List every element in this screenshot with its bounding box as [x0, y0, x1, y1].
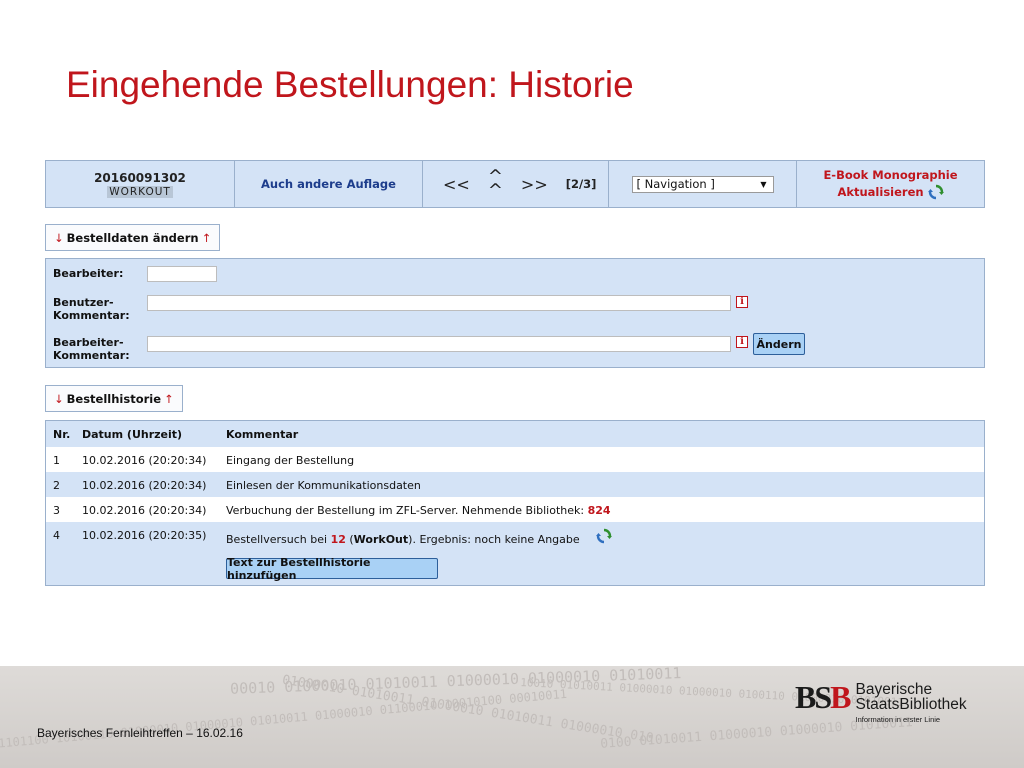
table-row: 2 10.02.2016 (20:20:34) Einlesen der Kom… [46, 472, 984, 497]
order-id: 20160091302 [94, 170, 186, 185]
bearbeiter-komm-label-line1: Bearbeiter- [53, 336, 124, 349]
slide-footer: 01101100 10100110 01000010 01000010 0101… [0, 666, 1024, 768]
bsb-tagline: Information in erster Linie [855, 715, 941, 724]
col-header-nr: Nr. [53, 428, 71, 441]
col-header-kommentar: Kommentar [226, 428, 299, 441]
bearbeiter-kommentar-input[interactable] [147, 336, 731, 352]
slide-title: Eingehende Bestellungen: Historie [66, 64, 634, 105]
chevron-down-icon: ▼ [760, 179, 767, 189]
benutzer-kommentar-input[interactable] [147, 295, 731, 311]
arrow-down-icon: ↓ [54, 391, 64, 406]
row-kommentar-text: Bestellversuch bei [226, 533, 331, 546]
row-datum: 10.02.2016 (20:20:34) [82, 479, 207, 492]
record-navbar: 20160091302 WORKOUT Auch andere Auflage … [45, 160, 985, 208]
bearbeiter-input[interactable] [147, 266, 217, 282]
bsb-mark-b: B [830, 679, 851, 715]
library-number: 12 [330, 533, 346, 546]
add-history-text-button[interactable]: Text zur Bestellhistorie hinzufügen [226, 556, 438, 582]
library-name: WorkOut [353, 533, 409, 546]
row-kommentar-text: ( [345, 533, 354, 546]
row-datum: 10.02.2016 (20:20:34) [82, 454, 207, 467]
bsb-logo-text: Bayerische StaatsBibliothek Information … [855, 682, 966, 724]
row-nr: 1 [53, 454, 60, 467]
row-nr: 2 [53, 479, 60, 492]
order-data-toggle[interactable]: ↓ Bestelldaten ändern ↑ [45, 224, 221, 251]
up-button[interactable]: ^ ^ [487, 168, 503, 201]
row-kommentar: Eingang der Bestellung [226, 454, 355, 467]
row-kommentar-text: ). Ergebnis: noch keine Angabe [408, 533, 580, 546]
row-kommentar: Bestellversuch bei 12 (WorkOut). Ergebni… [226, 533, 580, 546]
aendern-button[interactable]: Ändern [753, 333, 805, 355]
footer-text: Bayerisches Fernleihtreffen – 16.02.16 [37, 726, 243, 740]
row-kommentar-text: Verbuchung der Bestellung im ZFL-Server.… [226, 504, 588, 517]
arrow-up-icon: ↑ [201, 230, 212, 245]
history-toggle[interactable]: ↓ Bestellhistorie ↑ [45, 385, 183, 412]
history-panel: Nr. Datum (Uhrzeit) Kommentar 1 10.02.20… [45, 420, 985, 586]
bsb-name-line1: Bayerische [855, 681, 933, 698]
refresh-icon [927, 184, 944, 200]
navigation-cell: [ Navigation ] ▼ [609, 161, 797, 207]
arrow-down-icon: ↓ [54, 230, 64, 245]
table-row: 4 10.02.2016 (20:20:35) Bestellversuch b… [46, 522, 984, 586]
row-datum: 10.02.2016 (20:20:35) [82, 529, 207, 542]
navigation-select-value: [ Navigation ] [636, 177, 715, 191]
info-icon[interactable]: i [736, 296, 748, 308]
benutzer-label-line1: Benutzer- [53, 296, 114, 309]
chevron-up-icon: ^ [487, 180, 503, 201]
table-row: 1 10.02.2016 (20:20:34) Eingang der Best… [46, 447, 984, 472]
table-row: 3 10.02.2016 (20:20:34) Verbuchung der B… [46, 497, 984, 522]
history-toggle-label: Bestellhistorie [66, 391, 162, 406]
bearbeiter-komm-label-line2: Kommentar: [53, 349, 130, 362]
workout-tag: WORKOUT [107, 185, 173, 198]
library-number: 824 [587, 504, 611, 517]
other-edition-link[interactable]: Auch andere Auflage [261, 177, 396, 191]
col-header-datum: Datum (Uhrzeit) [82, 428, 183, 441]
order-id-cell: 20160091302 WORKOUT [46, 161, 235, 207]
bsb-name-line2: StaatsBibliothek [855, 696, 967, 713]
prev-button[interactable]: << [443, 175, 470, 194]
arrow-up-icon: ↑ [164, 391, 174, 406]
bsb-logo: BSB Bayerische StaatsBibliothek Informat… [795, 679, 967, 724]
bearbeiter-label: Bearbeiter: [53, 267, 124, 280]
bsb-logo-mark: BSB [795, 679, 852, 715]
info-icon[interactable]: i [736, 336, 748, 348]
refresh-icon[interactable] [596, 528, 612, 544]
row-kommentar: Einlesen der Kommunikationsdaten [226, 479, 421, 492]
refresh-label: Aktualisieren [837, 185, 924, 199]
page-indicator: [2/3] [565, 177, 597, 191]
benutzer-kommentar-label: Benutzer- Kommentar: [53, 296, 130, 322]
row-nr: 4 [53, 529, 60, 542]
bsb-mark-bs: BS [795, 679, 832, 715]
media-cell: E-Book Monographie Aktualisieren [797, 161, 984, 207]
order-data-panel: Bearbeiter: Benutzer- Kommentar: i Bearb… [45, 258, 985, 368]
row-kommentar: Verbuchung der Bestellung im ZFL-Server.… [226, 504, 611, 517]
bearbeiter-kommentar-label: Bearbeiter- Kommentar: [53, 336, 130, 362]
pager-cell: << ^ ^ >> [2/3] [423, 161, 609, 207]
history-header-row: Nr. Datum (Uhrzeit) Kommentar [46, 421, 984, 446]
row-datum: 10.02.2016 (20:20:34) [82, 504, 207, 517]
benutzer-label-line2: Kommentar: [53, 309, 130, 322]
edition-cell: Auch andere Auflage [235, 161, 423, 207]
order-data-toggle-label: Bestelldaten ändern [66, 230, 199, 245]
refresh-link[interactable]: Aktualisieren [837, 184, 944, 200]
row-nr: 3 [53, 504, 60, 517]
navigation-select[interactable]: [ Navigation ] ▼ [631, 175, 774, 193]
next-button[interactable]: >> [521, 175, 548, 194]
media-type: E-Book Monographie [823, 168, 958, 182]
